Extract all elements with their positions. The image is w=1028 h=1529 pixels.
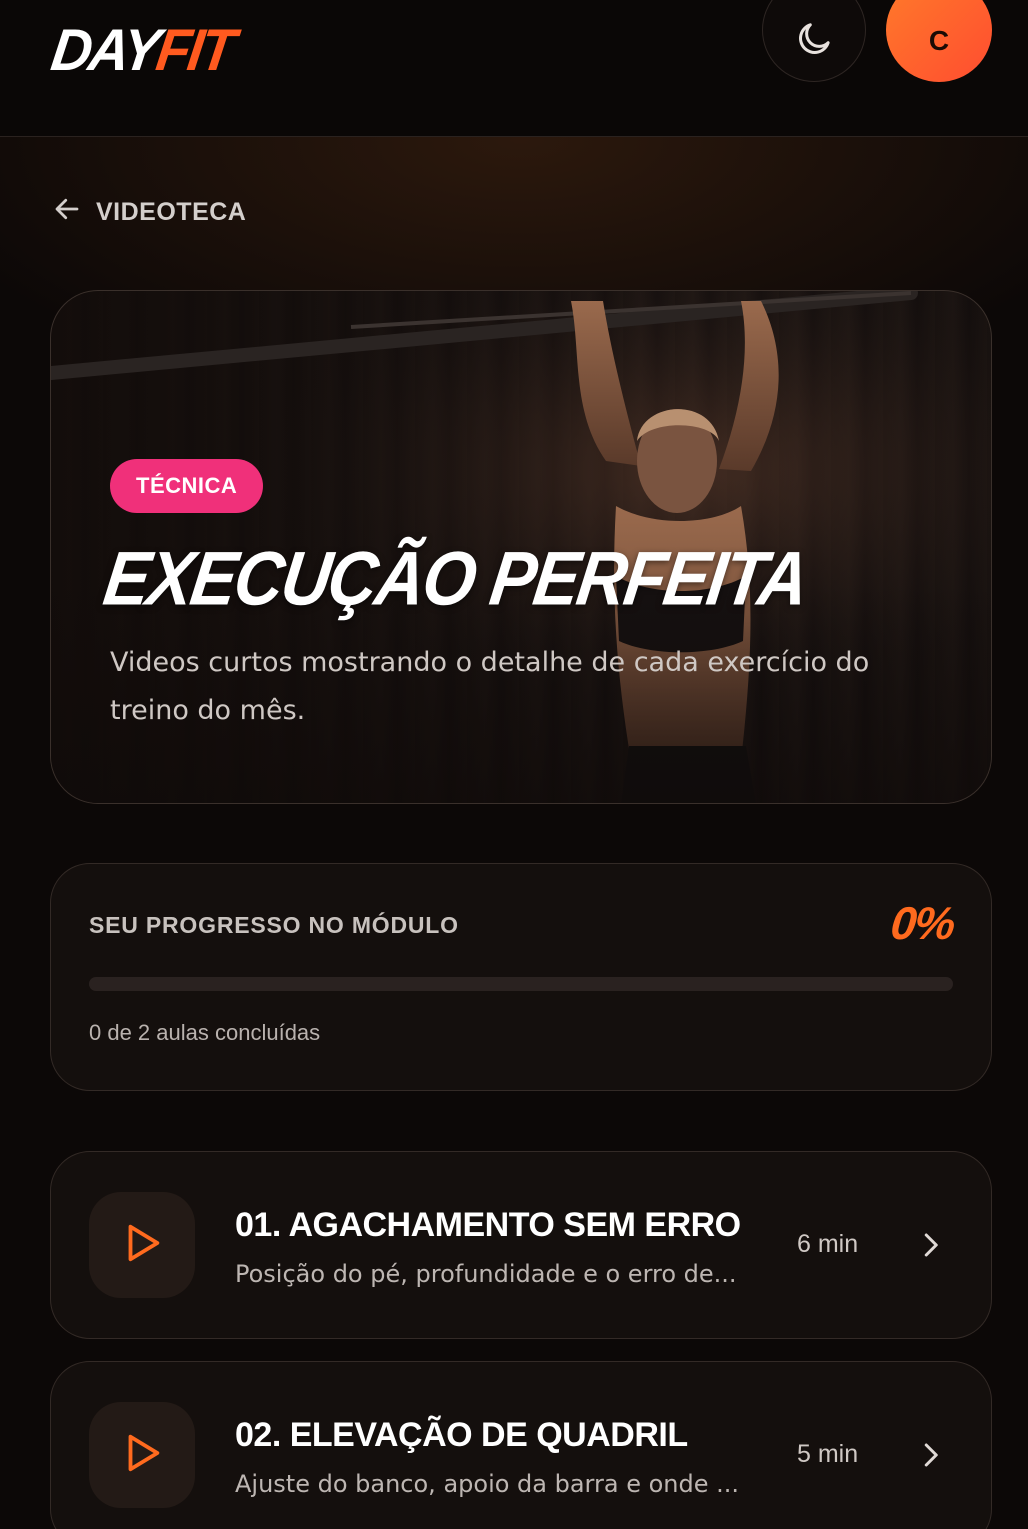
page: DAYFIT C VIDEOTECA TÉCNICA EXECUÇÃO PERF… [0,0,1028,1529]
progress-label: SEU PROGRESSO NO MÓDULO [89,912,459,938]
chevron-right-icon [915,1440,945,1475]
module-description: Videos curtos mostrando o detalhe de cad… [110,647,870,726]
progress-percent: 0% [887,897,956,949]
lesson-card[interactable]: 01. AGACHAMENTO SEM ERRO Posição do pé, … [50,1151,992,1339]
play-button[interactable] [89,1402,195,1508]
logo-fit-text: FIT [152,16,237,83]
chevron-right-icon [915,1230,945,1265]
logo-day-text: DAY [47,16,162,83]
back-to-videoteca-link[interactable]: VIDEOTECA [52,194,246,231]
module-hero-card: TÉCNICA EXECUÇÃO PERFEITA Videos curtos … [50,290,992,804]
lesson-card[interactable]: 02. ELEVAÇÃO DE QUADRIL Ajuste do banco,… [50,1361,992,1529]
moon-icon [794,19,834,64]
user-avatar[interactable]: C [886,0,992,82]
dayfit-logo[interactable]: DAYFIT [47,16,237,83]
play-icon [119,1220,165,1271]
lesson-title: 02. ELEVAÇÃO DE QUADRIL [235,1416,688,1454]
lesson-description: Ajuste do banco, apoio da barra e onde .… [235,1470,740,1498]
back-link-label: VIDEOTECA [96,198,247,226]
progress-bar [89,977,953,991]
category-badge: TÉCNICA [110,459,264,513]
module-title: EXECUÇÃO PERFEITA [98,536,813,622]
theme-toggle-button[interactable] [762,0,866,82]
lesson-description: Posição do pé, profundidade e o erro de.… [235,1260,737,1288]
module-progress-card: SEU PROGRESSO NO MÓDULO 0% 0 de 2 aulas … [50,863,992,1091]
avatar-initial: C [928,25,950,56]
top-bar: DAYFIT C [0,0,1028,137]
play-button[interactable] [89,1192,195,1298]
lesson-duration: 6 min [797,1230,859,1258]
play-icon [119,1430,165,1481]
progress-summary: 0 de 2 aulas concluídas [89,1020,321,1045]
lesson-title: 01. AGACHAMENTO SEM ERRO [235,1206,741,1244]
arrow-left-icon [52,194,82,231]
lesson-duration: 5 min [797,1440,859,1468]
